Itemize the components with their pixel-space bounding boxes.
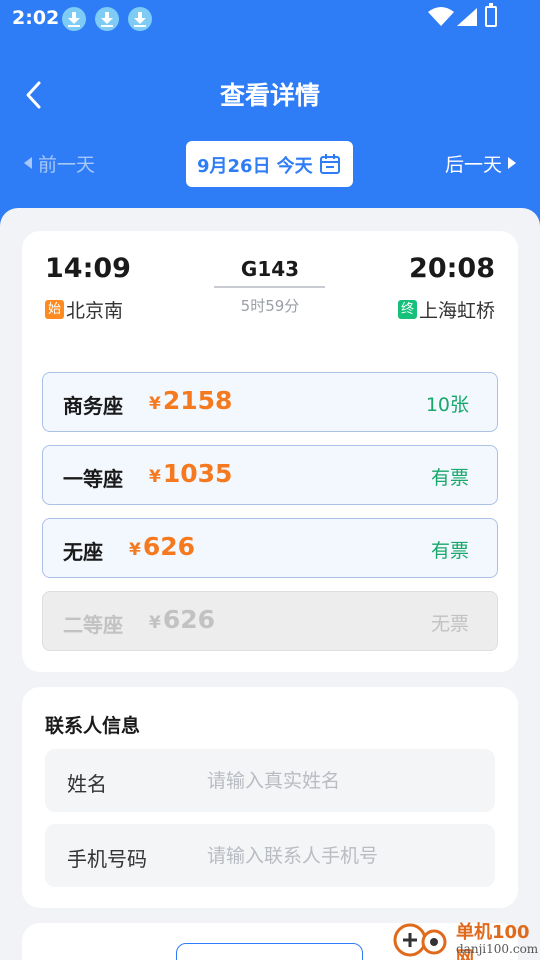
download-icon xyxy=(95,7,119,31)
name-input[interactable] xyxy=(207,759,477,802)
arrival-station: 终 上海虹桥 xyxy=(397,296,495,323)
seat-name: 二等座 xyxy=(63,613,123,637)
signal-icon xyxy=(457,8,477,26)
seat-price: ¥1035 xyxy=(149,459,233,488)
prev-day-button[interactable]: 前一天 xyxy=(24,150,95,177)
calendar-icon xyxy=(320,154,340,174)
seat-option-first-class[interactable]: 一等座 ¥1035 有票 xyxy=(42,445,498,505)
seat-name: 无座 xyxy=(63,540,103,564)
phone-field: 手机号码 xyxy=(45,824,495,887)
seat-option-second-class: 二等座 ¥626 无票 xyxy=(42,591,498,651)
seat-price: ¥626 xyxy=(129,532,196,561)
page-title: 查看详情 xyxy=(219,81,320,110)
departure-station-name: 北京南 xyxy=(66,300,124,322)
phone-input[interactable] xyxy=(207,834,477,877)
seat-name: 一等座 xyxy=(63,467,123,491)
watermark: 单机100网 danji100.com xyxy=(390,918,540,960)
seat-availability: 有票 xyxy=(430,467,469,489)
name-field: 姓名 xyxy=(45,749,495,812)
next-day-label: 后一天 xyxy=(444,154,502,176)
prev-day-label: 前一天 xyxy=(38,154,96,176)
name-label: 姓名 xyxy=(67,772,107,796)
seat-availability: 无票 xyxy=(430,613,469,635)
seat-option-no-seat[interactable]: 无座 ¥626 有票 xyxy=(42,518,498,578)
watermark-url: danji100.com xyxy=(456,942,539,956)
battery-icon xyxy=(485,3,497,27)
today-label: 今天 xyxy=(276,156,313,177)
bottom-action-button[interactable] xyxy=(176,943,363,960)
date-selector[interactable]: 9月26日 今天 xyxy=(186,141,353,187)
contact-section-title: 联系人信息 xyxy=(45,715,141,737)
seat-option-business[interactable]: 商务座 ¥2158 10张 xyxy=(42,372,498,432)
status-time: 2:02 xyxy=(12,7,60,29)
seat-availability: 10张 xyxy=(425,394,469,416)
end-tag: 终 xyxy=(397,300,417,319)
seat-price: ¥626 xyxy=(149,605,216,634)
status-bar: 2:02 xyxy=(0,0,540,38)
wifi-icon xyxy=(428,7,454,26)
phone-label: 手机号码 xyxy=(67,847,147,871)
arrival-time: 20:08 xyxy=(409,253,495,284)
seat-price: ¥2158 xyxy=(149,386,233,415)
caret-left-icon xyxy=(24,157,32,169)
seat-availability: 有票 xyxy=(430,540,469,562)
watermark-logo xyxy=(393,923,447,957)
next-day-button[interactable]: 后一天 xyxy=(445,150,516,177)
download-icon xyxy=(128,7,152,31)
start-tag: 始 xyxy=(45,300,64,319)
route-line xyxy=(214,286,325,288)
date-label: 9月26日 xyxy=(197,156,271,177)
departure-station: 始 北京南 xyxy=(45,296,123,323)
caret-right-icon xyxy=(508,157,516,169)
seat-name: 商务座 xyxy=(63,394,123,418)
arrival-station-name: 上海虹桥 xyxy=(418,300,495,322)
download-icon xyxy=(62,7,86,31)
